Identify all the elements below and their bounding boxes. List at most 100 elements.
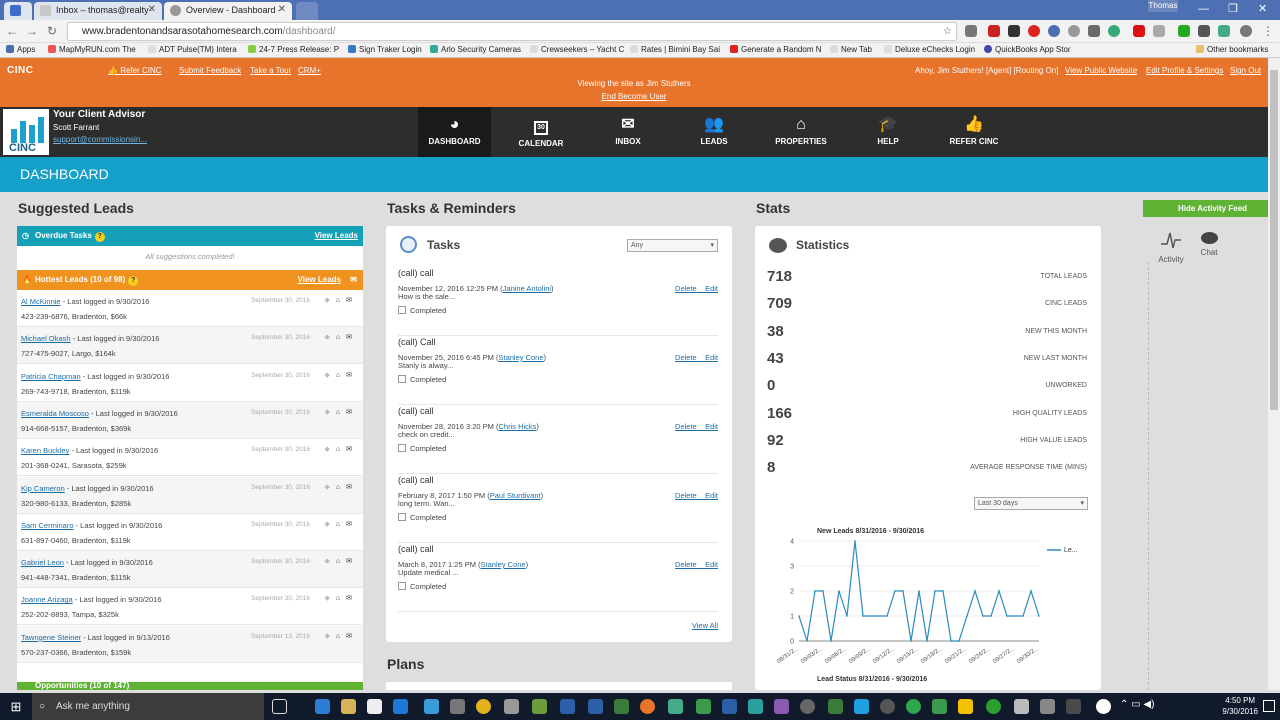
- windows-start-icon[interactable]: ⊞: [0, 693, 32, 720]
- end-become-user-link[interactable]: End Become User: [602, 92, 667, 101]
- view-public-website-link[interactable]: View Public Website: [1065, 66, 1137, 75]
- completed-checkbox[interactable]: [398, 306, 406, 314]
- store-icon[interactable]: [367, 699, 382, 714]
- extension-icon[interactable]: [1008, 25, 1020, 37]
- app-icon[interactable]: [880, 699, 895, 714]
- bookmark-item[interactable]: ADT Pulse(TM) Intera: [148, 43, 237, 57]
- forward-icon[interactable]: →: [24, 23, 40, 39]
- tag-icon[interactable]: ◆: [325, 595, 336, 602]
- new-tab-button[interactable]: [296, 2, 318, 20]
- extension-icon[interactable]: [1153, 25, 1165, 37]
- app-icon[interactable]: [532, 699, 547, 714]
- skype-icon[interactable]: [854, 699, 869, 714]
- extension-icon[interactable]: [965, 25, 977, 37]
- lead-name-link[interactable]: Tawngene Steiner: [21, 633, 81, 642]
- app-icon[interactable]: [504, 699, 519, 714]
- chrome-icon[interactable]: [476, 699, 491, 714]
- submit-feedback-link[interactable]: Submit Feedback: [179, 66, 241, 75]
- minimize-icon[interactable]: —: [1198, 0, 1209, 18]
- extension-icon[interactable]: [1088, 25, 1100, 37]
- system-clock[interactable]: 4:50 PM 9/30/2016: [1222, 695, 1258, 717]
- lead-name-link[interactable]: Karen Buckley: [21, 446, 69, 455]
- notifications-icon[interactable]: [1263, 700, 1275, 712]
- completed-checkbox[interactable]: [398, 582, 406, 590]
- close-icon[interactable]: ✕: [148, 2, 156, 18]
- task-contact-link[interactable]: Janine Antolini: [503, 284, 551, 293]
- extension-icon[interactable]: [1048, 25, 1060, 37]
- extension-icon[interactable]: [1218, 25, 1230, 37]
- cinc-logo[interactable]: CINC: [7, 65, 33, 76]
- lead-name-link[interactable]: Kip Cameron: [21, 484, 65, 493]
- task-filter-select[interactable]: Any ▾: [627, 239, 718, 252]
- envelope-icon[interactable]: ✉: [346, 334, 358, 341]
- edit-task-link[interactable]: Edit: [705, 560, 718, 569]
- envelope-icon[interactable]: ✉: [346, 521, 358, 528]
- lead-row[interactable]: Esmeralda Moscoso - Last logged in 9/30/…: [17, 401, 363, 439]
- bookmark-item[interactable]: Apps: [6, 43, 35, 57]
- envelope-icon[interactable]: ✉: [350, 270, 357, 290]
- home-icon[interactable]: ⌂: [336, 633, 346, 640]
- tag-icon[interactable]: ◆: [325, 334, 336, 341]
- envelope-icon[interactable]: ✉: [346, 372, 358, 379]
- tag-icon[interactable]: ◆: [325, 409, 336, 416]
- lead-row[interactable]: Sam Cerminaro - Last logged in 9/30/2016…: [17, 513, 363, 551]
- lead-row[interactable]: Tawngene Steiner - Last logged in 9/13/2…: [17, 625, 363, 663]
- app-icon[interactable]: [1040, 699, 1055, 714]
- tag-icon[interactable]: ◆: [325, 558, 336, 565]
- nav-refer-cinc[interactable]: 👍 REFER CINC: [938, 107, 1010, 157]
- nav-leads[interactable]: 👥 LEADS: [678, 107, 750, 157]
- lead-row[interactable]: Patricia Chapman - Last logged in 9/30/2…: [17, 364, 363, 402]
- home-icon[interactable]: ⌂: [336, 446, 346, 453]
- extension-icon[interactable]: [1178, 25, 1190, 37]
- tag-icon[interactable]: ◆: [325, 446, 336, 453]
- chat-tab[interactable]: Chat: [1192, 226, 1226, 266]
- lead-name-link[interactable]: Michael Okash: [21, 334, 71, 343]
- envelope-icon[interactable]: ✉: [346, 595, 358, 602]
- scrollbar-thumb[interactable]: [1270, 70, 1278, 410]
- lead-row[interactable]: Michael Okash - Last logged in 9/30/2016…: [17, 327, 363, 365]
- delete-task-link[interactable]: Delete: [675, 422, 697, 431]
- quickbooks-icon[interactable]: [986, 699, 1001, 714]
- url-input[interactable]: www.bradentonandsarasotahomesearch.com/d…: [67, 22, 957, 41]
- bookmark-folder[interactable]: Other bookmarks: [1196, 43, 1268, 57]
- tray-icons[interactable]: ⌃ ▭ ◀): [1120, 699, 1154, 710]
- nav-inbox[interactable]: ✉ INBOX: [592, 107, 664, 157]
- envelope-icon[interactable]: ✉: [346, 558, 358, 565]
- tag-icon[interactable]: ◆: [325, 297, 336, 304]
- envelope-icon[interactable]: ✉: [346, 633, 358, 640]
- envelope-icon[interactable]: ✉: [346, 297, 358, 304]
- edit-task-link[interactable]: Edit: [705, 491, 718, 500]
- extension-icon[interactable]: [1133, 25, 1145, 37]
- task-contact-link[interactable]: Stanley Cone: [481, 560, 526, 569]
- lead-row[interactable]: Kip Cameron - Last logged in 9/30/2016 32…: [17, 476, 363, 514]
- bookmark-item[interactable]: Rates | Bimini Bay Sai: [630, 43, 720, 57]
- close-window-icon[interactable]: ✕: [1258, 0, 1267, 18]
- app-icon[interactable]: [424, 699, 439, 714]
- stats-range-select[interactable]: Last 30 days ▾: [974, 497, 1088, 510]
- bookmark-item[interactable]: Generate a Random N: [730, 43, 822, 57]
- view-leads-link[interactable]: View Leads: [298, 270, 341, 290]
- task-contact-link[interactable]: Stanley Cone: [498, 353, 543, 362]
- edit-task-link[interactable]: Edit: [705, 284, 718, 293]
- envelope-icon[interactable]: ✉: [346, 409, 358, 416]
- help-icon[interactable]: ?: [94, 232, 105, 242]
- app-icon[interactable]: [1066, 699, 1081, 714]
- envelope-icon[interactable]: ✉: [346, 446, 358, 453]
- edit-task-link[interactable]: Edit: [705, 353, 718, 362]
- tag-icon[interactable]: ◆: [325, 372, 336, 379]
- home-icon[interactable]: ⌂: [336, 521, 346, 528]
- home-icon[interactable]: ⌂: [336, 297, 346, 304]
- app-icon[interactable]: [560, 699, 575, 714]
- extension-icon[interactable]: [1108, 25, 1120, 37]
- extension-icon[interactable]: [988, 25, 1000, 37]
- nav-dashboard[interactable]: ◕ DASHBOARD: [418, 107, 491, 157]
- delete-task-link[interactable]: Delete: [675, 353, 697, 362]
- app-icon[interactable]: [800, 699, 815, 714]
- edit-profile-link[interactable]: Edit Profile & Settings: [1146, 66, 1223, 75]
- completed-checkbox[interactable]: [398, 513, 406, 521]
- browser-tab[interactable]: Inbox – thomas@realty- ✕: [34, 2, 162, 20]
- nav-calendar[interactable]: 30 CALENDAR: [505, 107, 577, 157]
- delete-task-link[interactable]: Delete: [675, 491, 697, 500]
- app-icon[interactable]: [393, 699, 408, 714]
- extension-icon[interactable]: [1068, 25, 1080, 37]
